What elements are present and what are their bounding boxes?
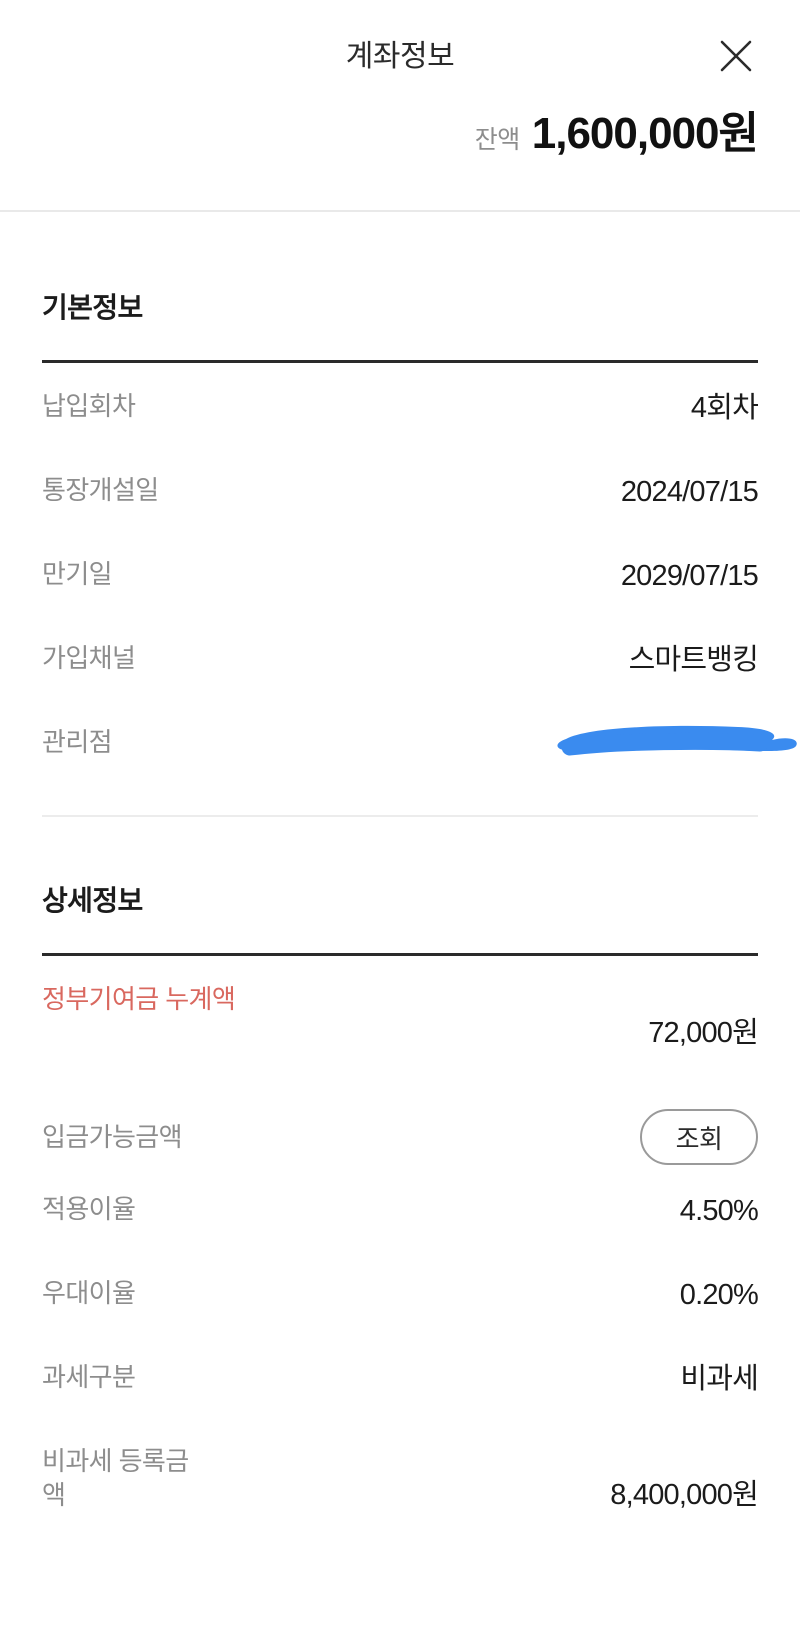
row-value-taxfree-registered-amount: 8,400,000원 bbox=[610, 1479, 759, 1511]
row-label-open-date: 통장개설일 bbox=[42, 475, 159, 505]
table-row: 정부기여금 누계액 72,000원 bbox=[42, 956, 759, 1082]
inquiry-button[interactable]: 조회 bbox=[640, 1109, 758, 1165]
detail-info-rows: 정부기여금 누계액 72,000원 입금가능금액 조회 적용이율 4.50% 우… bbox=[42, 956, 759, 1544]
table-row: 납입회차 4회차 bbox=[42, 363, 759, 447]
redaction-scribble-icon bbox=[548, 707, 800, 767]
row-label-depositable-amount: 입금가능금액 bbox=[42, 1121, 183, 1152]
table-row: 비과세 등록금액 8,400,000원 bbox=[42, 1418, 759, 1544]
row-value-payment-round: 4회차 bbox=[690, 392, 759, 424]
row-label-preferential-rate: 우대이율 bbox=[42, 1278, 136, 1308]
row-label-branch: 관리점 bbox=[42, 727, 113, 757]
table-row: 입금가능금액 조회 bbox=[42, 1082, 758, 1166]
table-row: 가입채널 스마트뱅킹 bbox=[42, 615, 759, 699]
table-row: 관리점 bbox=[42, 699, 797, 783]
balance-summary: 잔액 1,600,000원 bbox=[474, 109, 759, 158]
table-row: 적용이율 4.50% bbox=[42, 1166, 759, 1250]
row-value-applied-rate: 4.50% bbox=[679, 1195, 759, 1227]
basic-info-rows: 납입회차 4회차 통장개설일 2024/07/15 만기일 2029/07/15… bbox=[42, 363, 797, 783]
row-value-tax-class: 비과세 bbox=[680, 1363, 758, 1395]
basic-info-section: 기본정보 납입회차 4회차 통장개설일 2024/07/15 만기일 2029/… bbox=[0, 212, 800, 783]
close-button[interactable] bbox=[710, 30, 762, 82]
page-header: 계좌정보 잔액 1,600,000원 bbox=[0, 0, 800, 212]
page-title: 계좌정보 bbox=[345, 40, 455, 73]
detail-info-section: 상세정보 정부기여금 누계액 72,000원 입금가능금액 조회 적용이율 4.… bbox=[0, 817, 800, 1544]
row-label-maturity-date: 만기일 bbox=[42, 559, 113, 589]
balance-amount: 1,600,000원 bbox=[531, 109, 759, 158]
basic-info-heading: 기본정보 bbox=[42, 292, 143, 323]
table-row: 통장개설일 2024/07/15 bbox=[42, 447, 759, 531]
row-label-taxfree-registered-amount: 비과세 등록금액 bbox=[42, 1446, 189, 1511]
row-label-channel: 가입채널 bbox=[42, 643, 136, 673]
row-label-gov-contribution: 정부기여금 누계액 bbox=[42, 984, 236, 1014]
table-row: 우대이율 0.20% bbox=[42, 1250, 759, 1334]
detail-info-heading: 상세정보 bbox=[42, 885, 143, 916]
row-value-maturity-date: 2029/07/15 bbox=[620, 560, 759, 592]
row-value-open-date: 2024/07/15 bbox=[620, 476, 759, 508]
table-row: 과세구분 비과세 bbox=[42, 1334, 759, 1418]
row-label-payment-round: 납입회차 bbox=[42, 391, 136, 421]
balance-label: 잔액 bbox=[474, 126, 521, 154]
row-label-tax-class: 과세구분 bbox=[42, 1362, 136, 1392]
table-row: 만기일 2029/07/15 bbox=[42, 531, 759, 615]
close-icon bbox=[717, 37, 755, 75]
row-label-applied-rate: 적용이율 bbox=[42, 1194, 136, 1224]
row-value-gov-contribution: 72,000원 bbox=[648, 1017, 759, 1049]
row-value-channel: 스마트뱅킹 bbox=[628, 644, 759, 676]
row-value-preferential-rate: 0.20% bbox=[679, 1279, 759, 1311]
